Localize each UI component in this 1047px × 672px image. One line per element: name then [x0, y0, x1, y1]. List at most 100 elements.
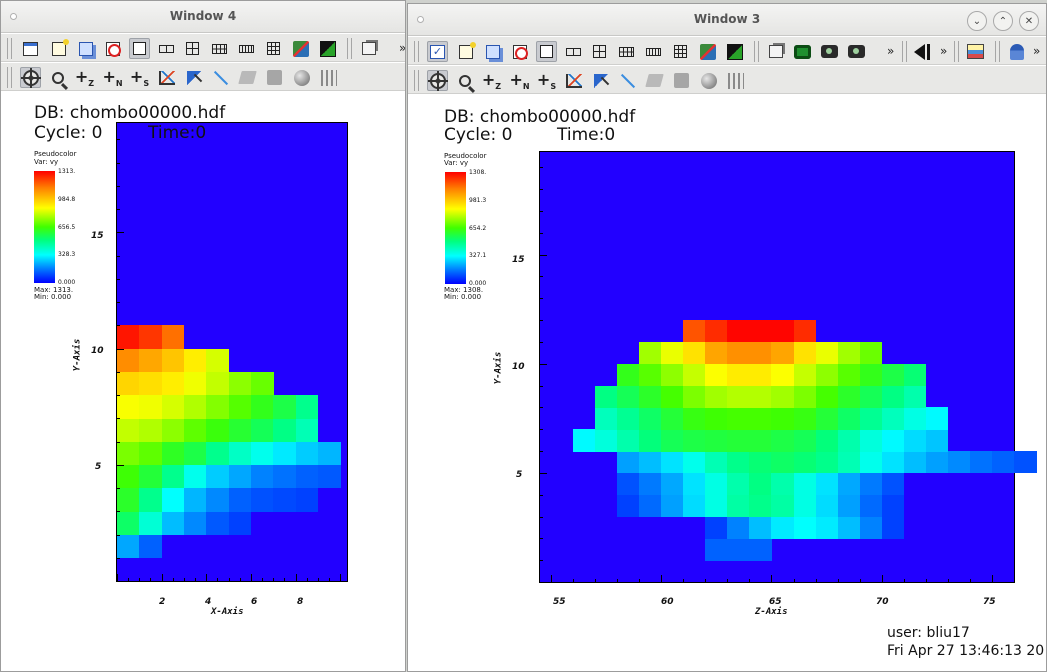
lock-time-button[interactable]	[317, 38, 338, 59]
window-4-titlebar[interactable]: Window 4	[1, 1, 405, 33]
pseudocolor-plot[interactable]	[116, 122, 348, 582]
heatmap-cell	[683, 363, 706, 387]
layout-2x4-button[interactable]	[236, 38, 257, 59]
minimize-button[interactable]: ⌄	[967, 11, 987, 31]
toolbar-grip[interactable]	[7, 38, 12, 59]
spreadsheet-pick-button[interactable]: +S	[536, 70, 557, 91]
toolbar-more-button[interactable]: »	[940, 44, 947, 58]
y-axis-title: Y-Axis	[72, 338, 83, 372]
zone-pick-button[interactable]: +Z	[74, 67, 95, 88]
heatmap-cell	[617, 363, 640, 387]
axis-restrict-button[interactable]	[725, 70, 746, 91]
delete-window-button[interactable]	[509, 41, 530, 62]
layout-1x1-button[interactable]	[129, 38, 150, 59]
toolbar-more-button[interactable]: »	[1033, 44, 1040, 58]
navigate-mode-button[interactable]	[20, 67, 41, 88]
navigate-mode-button[interactable]	[427, 70, 448, 91]
x-tick-mark	[815, 579, 817, 582]
sphere-tool-button[interactable]	[291, 67, 312, 88]
view-3d-button[interactable]	[358, 38, 379, 59]
line-tool-button[interactable]	[617, 70, 638, 91]
toolbar-grip[interactable]	[754, 41, 759, 62]
layout-2x4-button[interactable]	[643, 41, 664, 62]
heatmap-cell	[139, 325, 163, 349]
toolbar-grip[interactable]	[954, 41, 959, 62]
clear-window-button[interactable]	[48, 38, 69, 59]
y-tick-mark	[540, 210, 543, 212]
save-image-button[interactable]	[846, 41, 867, 62]
box-tool-button[interactable]	[671, 70, 692, 91]
x-tick-label: 75	[983, 597, 996, 607]
x-tick-mark	[903, 579, 905, 582]
x-tick-mark	[206, 574, 208, 581]
toolbar-grip[interactable]	[995, 41, 1000, 62]
node-pick-button[interactable]: +N	[102, 67, 123, 88]
heatmap-cell	[771, 429, 795, 452]
layout-2x2-button[interactable]	[182, 38, 203, 59]
pseudocolor-plot[interactable]	[539, 151, 1037, 583]
toolbar-grip[interactable]	[347, 38, 352, 59]
point-tool-button[interactable]	[183, 67, 204, 88]
toolbar-more-button[interactable]: »	[399, 41, 405, 55]
toolbar-grip[interactable]	[902, 41, 907, 62]
axis-restrict-button[interactable]	[318, 67, 339, 88]
user-button[interactable]	[1006, 41, 1027, 62]
layout-1x1-button[interactable]	[536, 41, 557, 62]
movie-camera-icon	[821, 45, 838, 58]
view-3d-button[interactable]	[765, 41, 786, 62]
point-tool-button[interactable]	[590, 70, 611, 91]
layout-1x2-button[interactable]	[156, 38, 177, 59]
clone-window-button[interactable]	[75, 38, 96, 59]
layout-3x3-button[interactable]	[263, 38, 284, 59]
navigate-icon	[427, 70, 448, 91]
heatmap-cell	[617, 451, 640, 474]
heatmap-cell	[749, 407, 772, 430]
box-tool-button[interactable]	[264, 67, 285, 88]
spreadsheet-pick-button[interactable]: +S	[129, 67, 150, 88]
heatmap-cell	[661, 363, 684, 387]
animation-prev-button[interactable]	[911, 41, 932, 62]
zoom-mode-button[interactable]	[47, 67, 68, 88]
clone-window-button[interactable]	[482, 41, 503, 62]
plane-tool-button[interactable]	[644, 70, 665, 91]
layout-2x3-button[interactable]	[616, 41, 637, 62]
window-4-render-area[interactable]: DB: chombo00000.hdf Cycle: 0 Time:0 Pseu…	[1, 92, 405, 671]
clear-window-button[interactable]	[455, 41, 476, 62]
toolbar-more-button[interactable]: »	[887, 44, 894, 58]
delete-window-button[interactable]	[102, 38, 123, 59]
curve-pick-button[interactable]	[156, 67, 177, 88]
lock-view-button[interactable]	[290, 38, 311, 59]
close-button[interactable]: ✕	[1019, 11, 1039, 31]
window-3-render-area[interactable]: DB: chombo00000.hdf Cycle: 0 Time:0 Pseu…	[408, 95, 1046, 671]
sphere-tool-button[interactable]	[698, 70, 719, 91]
layout-2x2-button[interactable]	[589, 41, 610, 62]
active-window-button[interactable]: ✓	[427, 41, 448, 62]
window-3-titlebar[interactable]: Window 3 ⌄ ⌃ ✕	[408, 4, 1046, 36]
curve-pick-button[interactable]	[563, 70, 584, 91]
zoom-mode-button[interactable]	[454, 70, 475, 91]
plane-tool-button[interactable]	[237, 67, 258, 88]
layout-2x3-button[interactable]	[209, 38, 230, 59]
save-movie-button[interactable]	[819, 41, 840, 62]
lock-time-button[interactable]	[724, 41, 745, 62]
new-window-button[interactable]	[20, 38, 41, 59]
x-tick-mark	[595, 579, 597, 582]
record-animation-button[interactable]	[792, 41, 813, 62]
toolbar-grip[interactable]	[414, 41, 419, 62]
layout-2x2-icon	[186, 42, 199, 55]
line-tool-button[interactable]	[210, 67, 231, 88]
heatmap-cell	[273, 395, 297, 419]
toolbar-grip[interactable]	[414, 70, 419, 91]
y-tick-mark	[540, 516, 543, 518]
zoom-icon	[458, 74, 471, 87]
annotation-button[interactable]	[965, 41, 986, 62]
zone-pick-button[interactable]: +Z	[481, 70, 502, 91]
layout-3x3-button[interactable]	[670, 41, 691, 62]
lock-view-button[interactable]	[697, 41, 718, 62]
toolbar-grip[interactable]	[7, 67, 12, 88]
heatmap-cell	[139, 464, 163, 489]
maximize-button[interactable]: ⌃	[993, 11, 1013, 31]
sphere-icon	[700, 72, 717, 89]
node-pick-button[interactable]: +N	[509, 70, 530, 91]
layout-1x2-button[interactable]	[563, 41, 584, 62]
